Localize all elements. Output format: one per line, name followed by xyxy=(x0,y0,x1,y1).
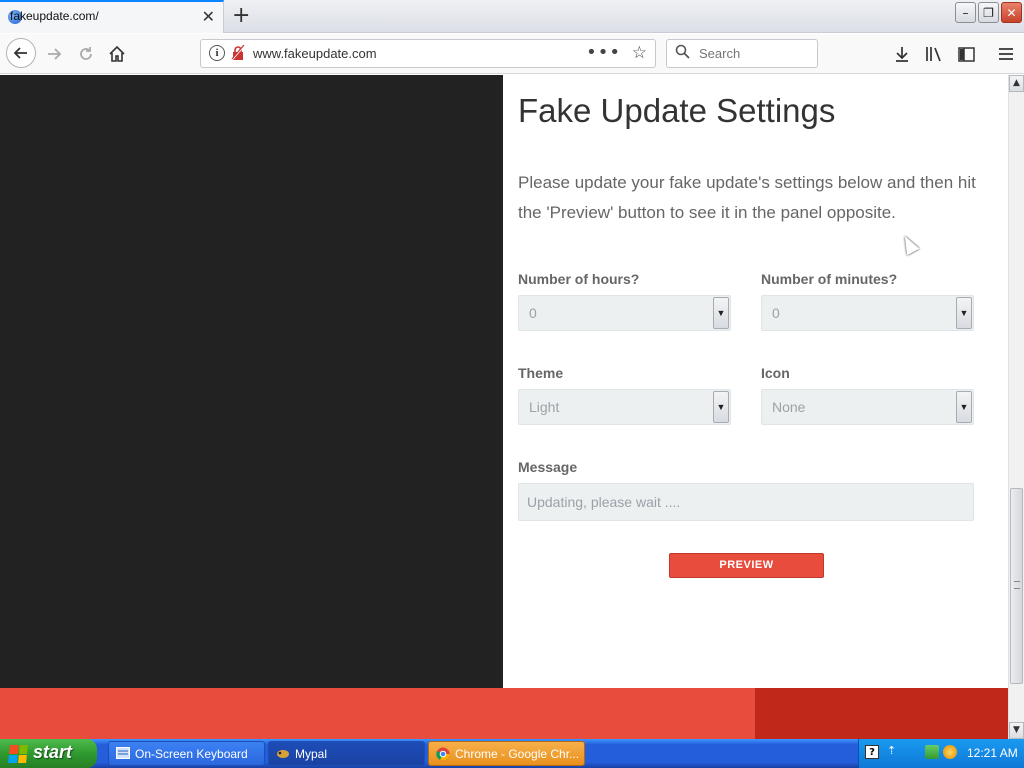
minimize-button[interactable]: – xyxy=(955,2,976,23)
home-icon[interactable] xyxy=(105,42,129,66)
chevron-down-icon[interactable]: ▼ xyxy=(956,391,972,423)
back-icon[interactable] xyxy=(6,38,36,68)
preview-panel xyxy=(0,75,503,688)
chrome-icon xyxy=(436,747,450,761)
footer-band-dark xyxy=(755,688,1008,739)
taskbar-item-mypal[interactable]: Mypal xyxy=(268,741,425,766)
chevron-down-icon[interactable]: ▼ xyxy=(713,391,729,423)
help-icon[interactable]: ? xyxy=(865,745,879,759)
tab-fakeupdate[interactable]: fakeupdate.com/ ✕ xyxy=(0,0,224,33)
theme-select[interactable]: Light ▼ xyxy=(518,389,731,425)
chevron-down-icon[interactable]: ▼ xyxy=(956,297,972,329)
window-close-button[interactable]: ✕ xyxy=(1001,2,1022,23)
menu-icon[interactable] xyxy=(994,42,1018,66)
scroll-up-icon[interactable]: ▲ xyxy=(1009,75,1024,92)
start-button[interactable]: start xyxy=(0,739,97,768)
search-bar[interactable] xyxy=(666,39,818,68)
downloads-icon[interactable] xyxy=(890,42,914,66)
start-label: start xyxy=(33,742,73,762)
search-icon xyxy=(675,44,690,63)
insecure-icon[interactable] xyxy=(231,44,245,61)
network-icon[interactable] xyxy=(925,745,939,759)
restore-button[interactable]: ❐ xyxy=(978,2,999,23)
message-label: Message xyxy=(518,459,578,475)
reload-icon[interactable] xyxy=(74,42,98,66)
taskbar-item-label: Mypal xyxy=(295,747,328,761)
message-input[interactable] xyxy=(525,493,965,511)
info-icon[interactable]: i xyxy=(209,45,225,61)
theme-label: Theme xyxy=(518,365,564,381)
minutes-label: Number of minutes? xyxy=(761,271,898,287)
url-text: www.fakeupdate.com xyxy=(253,46,377,61)
grip-icon xyxy=(1014,581,1020,589)
close-tab-icon[interactable]: ✕ xyxy=(202,7,215,26)
tray-expand-icon[interactable]: ⇡ xyxy=(887,744,896,757)
library-icon[interactable] xyxy=(922,42,946,66)
windows-logo-icon xyxy=(8,745,28,763)
preview-button[interactable]: PREVIEW xyxy=(669,553,824,578)
page-viewport: Fake Update Settings Please update your … xyxy=(0,75,1008,739)
taskbar: start On-Screen Keyboard Mypal Chrome - … xyxy=(0,739,1024,768)
address-bar[interactable]: i www.fakeupdate.com ••• ☆ xyxy=(200,39,656,68)
search-input[interactable] xyxy=(697,45,807,62)
intro-text: Please update your fake update's setting… xyxy=(518,173,976,222)
hours-value: 0 xyxy=(529,305,537,321)
navigation-toolbar: i www.fakeupdate.com ••• ☆ xyxy=(0,34,1024,74)
system-tray: ? ⇡ 12:21 AM xyxy=(858,739,1024,768)
minutes-value: 0 xyxy=(772,305,780,321)
icon-select[interactable]: None ▼ xyxy=(761,389,974,425)
minutes-select[interactable]: 0 ▼ xyxy=(761,295,974,331)
bookmark-star-icon[interactable]: ☆ xyxy=(632,43,647,63)
icon-value: None xyxy=(772,399,806,415)
mypal-icon xyxy=(276,747,290,760)
icon-label: Icon xyxy=(761,365,790,381)
taskbar-item-label: Chrome - Google Chr... xyxy=(455,747,580,761)
footer-band xyxy=(0,688,755,739)
taskbar-item-onscreen-keyboard[interactable]: On-Screen Keyboard xyxy=(108,741,265,766)
hours-select[interactable]: 0 ▼ xyxy=(518,295,731,331)
page-title: Fake Update Settings xyxy=(518,92,836,129)
chevron-down-icon[interactable]: ▼ xyxy=(713,297,729,329)
clock: 12:21 AM xyxy=(967,746,1018,760)
message-field[interactable] xyxy=(518,483,974,521)
sidebar-icon[interactable] xyxy=(954,42,978,66)
search-tray-icon[interactable] xyxy=(943,745,957,759)
theme-value: Light xyxy=(529,399,560,415)
tab-title: fakeupdate.com/ xyxy=(10,9,99,23)
taskbar-item-chrome[interactable]: Chrome - Google Chr... xyxy=(428,741,585,766)
scrollbar-thumb[interactable] xyxy=(1010,488,1023,684)
new-tab-icon[interactable]: + xyxy=(232,3,250,28)
hours-label: Number of hours? xyxy=(518,271,640,287)
scroll-down-icon[interactable]: ▼ xyxy=(1009,722,1024,739)
forward-icon[interactable] xyxy=(42,42,66,66)
settings-panel: Fake Update Settings Please update your … xyxy=(518,75,988,688)
window-controls: – ❐ ✕ xyxy=(955,2,1022,23)
tab-bar: fakeupdate.com/ ✕ + – ❐ ✕ xyxy=(0,0,1024,33)
page-actions-icon[interactable]: ••• xyxy=(586,42,621,63)
keyboard-icon xyxy=(116,747,130,760)
vertical-scrollbar[interactable]: ▲ ▼ xyxy=(1008,75,1024,739)
taskbar-item-label: On-Screen Keyboard xyxy=(135,747,248,761)
